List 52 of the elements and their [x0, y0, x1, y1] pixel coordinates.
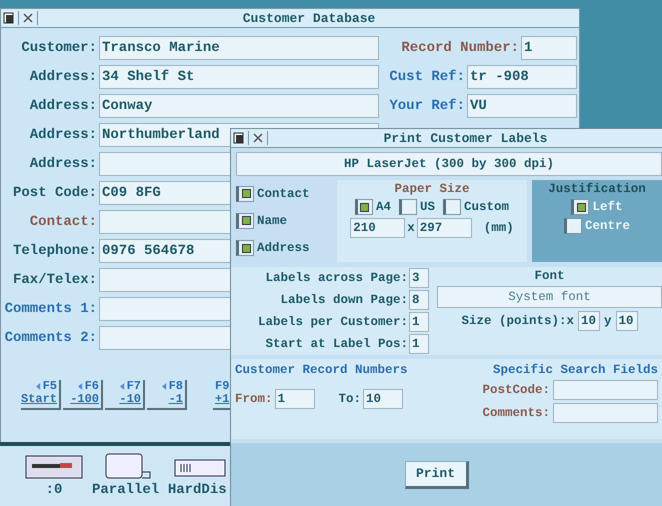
field-label: Address: [28, 98, 97, 114]
radio-label: Custom [464, 200, 510, 214]
field-value: Conway [102, 98, 152, 114]
panel-title: Font [534, 269, 564, 283]
panel-title: Justification [548, 182, 646, 196]
field-label: Labels per Customer: [256, 315, 408, 330]
field-label: Size (points):x [461, 314, 574, 328]
field-value: 0976 564678 [102, 243, 194, 259]
icon-label: :0 [46, 482, 62, 498]
field-value: 34 Shelf St [102, 69, 194, 85]
field-label: Post Code: [12, 185, 97, 201]
field-label: Labels across Page: [264, 270, 408, 285]
field-label: Labels down Page: [279, 292, 408, 307]
field-label: y [604, 314, 612, 328]
field-label: Cust Ref: [389, 69, 465, 85]
radio-label: Centre [584, 219, 630, 233]
window-title: Customer Database [242, 10, 376, 26]
field-label: Start at Label Pos: [264, 337, 408, 352]
field-label: To: [338, 392, 362, 406]
field-value: C09 8FG [102, 185, 161, 201]
field-label: Address: [28, 127, 97, 143]
field-label: Customer: [20, 40, 97, 56]
field-label: Address: [28, 69, 97, 85]
section-title: Customer Record Numbers [235, 363, 409, 377]
section-title: Specific Search Fields [492, 363, 658, 377]
icon-label: HardDis [168, 482, 227, 498]
field-label: Record Number: [401, 40, 519, 56]
field-label: Comments 2: [4, 330, 97, 346]
radio-label: US [420, 200, 435, 214]
field-value: VU [470, 98, 487, 114]
field-label: Telephone: [12, 243, 97, 259]
checkbox-label: Address [257, 241, 310, 256]
field-label: Fax/Telex: [12, 272, 97, 288]
field-label: Contact: [28, 214, 97, 230]
window-title: Print Customer Labels [382, 130, 548, 146]
checkbox-label: Contact [257, 186, 310, 201]
dimension-separator: x [407, 221, 415, 235]
panel-title: Paper Size [394, 182, 470, 196]
field-label: PostCode: [482, 383, 550, 397]
field-label: From: [235, 392, 273, 406]
checkbox-label: Name [257, 214, 288, 228]
field-label: Comments 1: [4, 301, 97, 317]
unit-label: (mm) [484, 221, 514, 235]
field-value: tr -908 [470, 69, 529, 85]
field-value: Transco Marine [102, 40, 220, 56]
field-label: Address: [28, 156, 97, 172]
field-value: 1 [524, 40, 532, 56]
field-label: Your Ref: [389, 98, 465, 114]
radio-label: Left [592, 200, 622, 214]
icon-label: Parallel [92, 482, 160, 498]
field-value: Northumberland [102, 127, 220, 143]
field-label: Comments: [482, 406, 550, 420]
